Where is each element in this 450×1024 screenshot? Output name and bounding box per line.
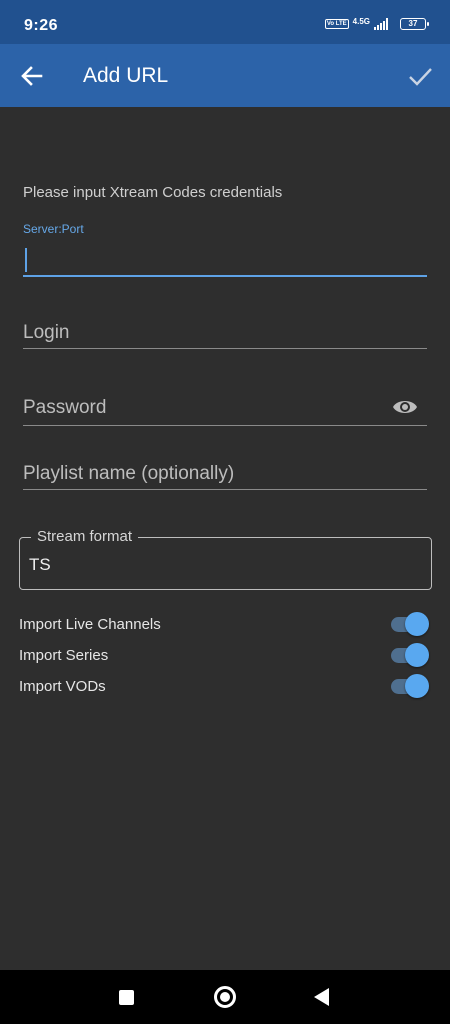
password-field: [23, 391, 427, 427]
system-back-button[interactable]: [314, 988, 329, 1006]
show-password-button[interactable]: [391, 396, 419, 418]
switch-thumb: [405, 643, 429, 667]
import-live-channels-label: Import Live Channels: [19, 616, 161, 633]
back-button[interactable]: [16, 60, 48, 92]
page-title: Add URL: [83, 64, 169, 87]
app-bar: Add URL: [0, 44, 450, 107]
text-cursor: [25, 248, 27, 272]
login-underline: [23, 348, 427, 349]
confirm-button[interactable]: [404, 60, 436, 92]
server-port-label: Server:Port: [23, 222, 84, 236]
import-series-row: Import Series: [19, 643, 429, 669]
import-vods-label: Import VODs: [19, 678, 106, 695]
recents-button[interactable]: [119, 990, 134, 1005]
switch-thumb: [405, 674, 429, 698]
login-input[interactable]: [23, 318, 427, 348]
import-live-channels-switch[interactable]: [391, 612, 429, 636]
server-port-underline: [23, 275, 427, 277]
home-button[interactable]: [214, 986, 236, 1008]
volte-icon: Vo LTE: [324, 19, 349, 29]
server-port-field: Server:Port: [23, 222, 427, 278]
stream-format-label: Stream format: [31, 528, 139, 545]
import-series-label: Import Series: [19, 647, 109, 664]
system-nav-bar: [0, 970, 450, 1024]
stream-format-value: TS: [29, 555, 51, 574]
server-port-input[interactable]: [23, 244, 427, 274]
import-live-channels-row: Import Live Channels: [19, 612, 429, 638]
status-icons: Vo LTE 4.5G 37: [324, 16, 429, 30]
battery-icon: 37: [400, 18, 429, 30]
password-input[interactable]: [23, 393, 383, 423]
status-bar: 9:26 Vo LTE 4.5G 37: [0, 0, 450, 44]
credentials-prompt: Please input Xtream Codes credentials: [23, 184, 283, 201]
switch-thumb: [405, 612, 429, 636]
login-field: [23, 316, 427, 350]
signal-icon: [374, 18, 388, 30]
import-vods-switch[interactable]: [391, 674, 429, 698]
arrow-back-icon: [21, 66, 43, 86]
network-type: 4.5G: [352, 16, 370, 26]
import-vods-row: Import VODs: [19, 674, 429, 700]
eye-icon: [393, 401, 417, 413]
playlist-name-input[interactable]: [23, 459, 427, 489]
status-time: 9:26: [24, 17, 59, 34]
password-underline: [23, 425, 427, 426]
playlist-name-field: [23, 457, 427, 491]
stream-format-select[interactable]: Stream format TS: [19, 528, 432, 590]
import-series-switch[interactable]: [391, 643, 429, 667]
check-icon: [409, 68, 432, 86]
playlist-name-underline: [23, 489, 427, 490]
